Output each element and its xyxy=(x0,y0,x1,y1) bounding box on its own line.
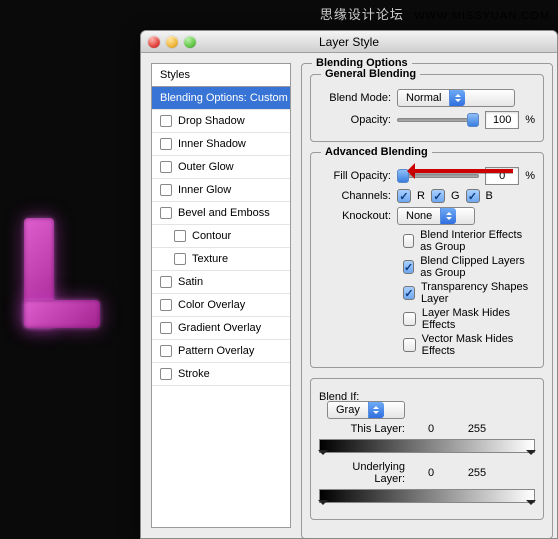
styles-item[interactable]: Blending Options: Custom xyxy=(152,87,290,110)
style-checkbox[interactable] xyxy=(174,253,186,265)
general-blending-title: General Blending xyxy=(321,68,420,80)
option-checkbox[interactable] xyxy=(403,338,416,352)
style-item-label: Color Overlay xyxy=(178,299,245,311)
opacity-label: Opacity: xyxy=(319,114,391,126)
chevron-updown-icon xyxy=(368,402,384,418)
channel-r-checkbox[interactable] xyxy=(397,189,411,203)
option-label: Transparency Shapes Layer xyxy=(421,281,535,305)
style-checkbox[interactable] xyxy=(174,230,186,242)
channel-b-checkbox[interactable] xyxy=(466,189,480,203)
styles-item[interactable]: Stroke xyxy=(152,363,290,386)
close-icon[interactable] xyxy=(148,36,160,48)
option-checkbox[interactable] xyxy=(403,312,416,326)
style-item-label: Satin xyxy=(178,276,203,288)
style-checkbox[interactable] xyxy=(160,276,172,288)
channel-g-checkbox[interactable] xyxy=(431,189,445,203)
styles-item[interactable]: Gradient Overlay xyxy=(152,317,290,340)
style-item-label: Texture xyxy=(192,253,228,265)
style-item-label: Gradient Overlay xyxy=(178,322,261,334)
styles-item[interactable]: Outer Glow xyxy=(152,156,290,179)
style-item-label: Bevel and Emboss xyxy=(178,207,270,219)
opacity-slider[interactable] xyxy=(397,113,479,127)
option-checkbox[interactable] xyxy=(403,234,414,248)
knockout-label: Knockout: xyxy=(319,210,391,222)
styles-item[interactable]: Pattern Overlay xyxy=(152,340,290,363)
style-checkbox[interactable] xyxy=(160,115,172,127)
fill-opacity-input[interactable]: 0 xyxy=(485,167,519,185)
styles-item[interactable]: Color Overlay xyxy=(152,294,290,317)
styles-item[interactable]: Drop Shadow xyxy=(152,110,290,133)
advanced-blending-group: Advanced Blending Fill Opacity: 0 % xyxy=(310,152,544,368)
styles-item[interactable]: Satin xyxy=(152,271,290,294)
advanced-option-row: Blend Interior Effects as Group xyxy=(403,229,535,253)
style-item-label: Drop Shadow xyxy=(178,115,245,127)
style-checkbox[interactable] xyxy=(160,345,172,357)
style-checkbox[interactable] xyxy=(160,138,172,150)
option-checkbox[interactable] xyxy=(403,260,414,274)
blend-if-group: Blend If: Gray This Layer: 0 255 xyxy=(310,378,544,520)
underlying-layer-gradient[interactable] xyxy=(319,489,535,503)
style-item-label: Inner Glow xyxy=(178,184,231,196)
zoom-icon[interactable] xyxy=(184,36,196,48)
chevron-updown-icon xyxy=(440,208,456,224)
channels-label: Channels: xyxy=(319,190,391,202)
underlying-layer-label: Underlying Layer: xyxy=(319,461,405,485)
styles-list: Styles Blending Options: Custom Drop Shad… xyxy=(151,63,291,528)
option-label: Blend Interior Effects as Group xyxy=(420,229,535,253)
window-controls xyxy=(148,36,196,48)
blend-mode-label: Blend Mode: xyxy=(319,92,391,104)
knockout-select[interactable]: None xyxy=(397,207,475,225)
style-checkbox[interactable] xyxy=(160,207,172,219)
watermark-cn: 思缘设计论坛 xyxy=(320,7,404,22)
style-item-label: Pattern Overlay xyxy=(178,345,254,357)
fill-opacity-slider[interactable] xyxy=(397,169,479,183)
layer-style-dialog: Layer Style Styles Blending Options: Cus… xyxy=(140,30,558,539)
watermark-en: WWW.MISSYUAN.COM xyxy=(414,10,550,22)
canvas-letter-l xyxy=(24,218,100,328)
advanced-option-row: Blend Clipped Layers as Group xyxy=(403,255,535,279)
option-label: Vector Mask Hides Effects xyxy=(422,333,535,357)
style-checkbox[interactable] xyxy=(160,322,172,334)
style-item-label: Inner Shadow xyxy=(178,138,246,150)
style-checkbox[interactable] xyxy=(160,368,172,380)
chevron-updown-icon xyxy=(449,90,465,106)
watermark: 思缘设计论坛 WWW.MISSYUAN.COM xyxy=(320,4,550,23)
blend-if-channel-select[interactable]: Gray xyxy=(327,401,405,419)
blend-mode-select[interactable]: Normal xyxy=(397,89,515,107)
style-item-label: Stroke xyxy=(178,368,210,380)
advanced-blending-title: Advanced Blending xyxy=(321,146,432,158)
option-label: Layer Mask Hides Effects xyxy=(422,307,535,331)
minimize-icon[interactable] xyxy=(166,36,178,48)
style-checkbox[interactable] xyxy=(160,184,172,196)
styles-item[interactable]: Inner Glow xyxy=(152,179,290,202)
styles-header[interactable]: Styles xyxy=(152,64,290,87)
style-item-label: Outer Glow xyxy=(178,161,234,173)
advanced-option-row: Transparency Shapes Layer xyxy=(403,281,535,305)
this-layer-gradient[interactable] xyxy=(319,439,535,453)
advanced-option-row: Vector Mask Hides Effects xyxy=(403,333,535,357)
advanced-option-row: Layer Mask Hides Effects xyxy=(403,307,535,331)
styles-item[interactable]: Texture xyxy=(152,248,290,271)
general-blending-group: General Blending Blend Mode: Normal Opac… xyxy=(310,74,544,142)
option-checkbox[interactable] xyxy=(403,286,415,300)
style-checkbox[interactable] xyxy=(160,299,172,311)
style-checkbox[interactable] xyxy=(160,161,172,173)
this-layer-label: This Layer: xyxy=(319,423,405,435)
blending-options-group: Blending Options General Blending Blend … xyxy=(301,63,553,538)
style-item-label: Contour xyxy=(192,230,231,242)
fill-opacity-label: Fill Opacity: xyxy=(319,170,391,182)
styles-item[interactable]: Inner Shadow xyxy=(152,133,290,156)
dialog-title: Layer Style xyxy=(141,31,557,53)
styles-item[interactable]: Bevel and Emboss xyxy=(152,202,290,225)
styles-item[interactable]: Contour xyxy=(152,225,290,248)
opacity-input[interactable]: 100 xyxy=(485,111,519,129)
option-label: Blend Clipped Layers as Group xyxy=(420,255,535,279)
style-item-label: Blending Options: Custom xyxy=(160,92,288,104)
